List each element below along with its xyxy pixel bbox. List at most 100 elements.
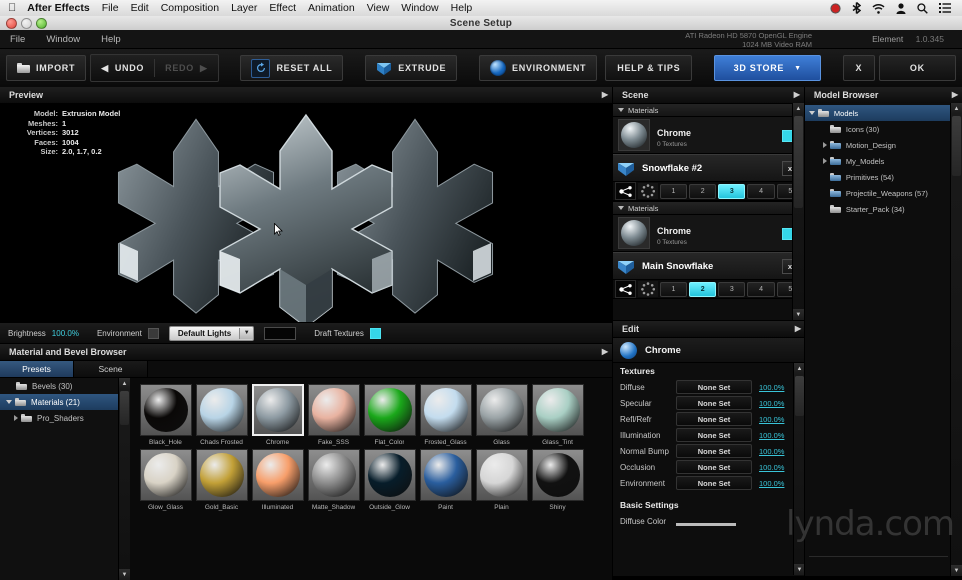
texture-slot-button[interactable]: None Set — [676, 428, 752, 442]
group-number-button[interactable]: 2 — [689, 183, 717, 199]
tree-scrollbar[interactable]: ▲ ▼ — [118, 378, 130, 580]
material-preset-item[interactable]: Fake_SSS — [306, 384, 361, 446]
tree-item-bevels[interactable]: Bevels (30) — [0, 378, 130, 394]
tab-presets[interactable]: Presets — [0, 361, 74, 377]
material-thumbnail[interactable] — [251, 449, 304, 501]
3d-store-button[interactable]: 3D STORE ▼ — [714, 55, 822, 81]
texture-slot-button[interactable]: None Set — [676, 396, 752, 410]
color-bar[interactable] — [676, 522, 736, 526]
material-thumbnail[interactable] — [307, 384, 360, 436]
cancel-button[interactable]: X — [843, 55, 875, 81]
menu-composition[interactable]: Composition — [161, 2, 219, 14]
triangle-closed-icon[interactable] — [14, 415, 18, 421]
material-preset-item[interactable]: Chrome — [250, 384, 305, 446]
scene-material-row[interactable]: Chrome 0 Textures — [613, 215, 804, 252]
texture-row[interactable]: Environment None Set 100.0% — [613, 475, 805, 491]
material-preset-item[interactable]: Glass — [474, 384, 529, 446]
model-tree-item[interactable]: Primitives (54) — [805, 169, 962, 185]
model-browser-collapse-icon[interactable]: ▶ — [952, 90, 958, 99]
material-preset-item[interactable]: Frosted_Glass — [418, 384, 473, 446]
model-tree-item[interactable]: Models — [804, 105, 962, 121]
apple-logo-icon[interactable]:  — [8, 2, 16, 14]
triangle-open-icon[interactable] — [808, 111, 815, 115]
ok-button[interactable]: OK — [878, 55, 956, 81]
scroll-up-icon[interactable]: ▲ — [119, 378, 130, 389]
app-menu-file[interactable]: File — [10, 34, 25, 45]
texture-percent[interactable]: 100.0% — [759, 383, 784, 392]
scroll-up-icon[interactable]: ▲ — [951, 103, 962, 114]
help-tips-button[interactable]: HELP & TIPS — [605, 55, 693, 81]
material-thumbnail[interactable] — [307, 449, 360, 501]
menu-view[interactable]: View — [367, 2, 390, 14]
preview-collapse-icon[interactable]: ▶ — [602, 90, 608, 99]
list-icon[interactable] — [939, 3, 951, 13]
reset-all-button[interactable]: RESET ALL — [240, 55, 344, 81]
model-tree-item[interactable]: Motion_Design — [805, 137, 962, 153]
triangle-open-icon[interactable] — [618, 206, 624, 210]
lights-preset-select[interactable]: Default Lights ▼ — [168, 325, 255, 341]
material-thumbnail[interactable] — [363, 384, 416, 436]
material-preset-item[interactable]: Glass_Tint — [530, 384, 585, 446]
group-number-button[interactable]: 4 — [747, 183, 775, 199]
tree-item-materials[interactable]: Materials (21) — [0, 394, 130, 410]
material-browser-collapse-icon[interactable]: ▶ — [602, 347, 608, 356]
extrude-button[interactable]: EXTRUDE — [365, 55, 458, 81]
menu-window[interactable]: Window — [401, 2, 438, 14]
menu-after-effects[interactable]: After Effects — [27, 2, 89, 14]
scrollbar-thumb[interactable] — [952, 116, 961, 176]
material-thumbnail[interactable] — [475, 449, 528, 501]
record-icon[interactable] — [830, 2, 841, 14]
texture-percent[interactable]: 100.0% — [759, 399, 784, 408]
scene-object-row[interactable]: Snowflake #2 x — [613, 154, 804, 182]
texture-row[interactable]: Illumination None Set 100.0% — [613, 427, 805, 443]
scene-object-row[interactable]: Main Snowflake x — [613, 252, 804, 280]
material-preset-item[interactable]: Flat_Color — [362, 384, 417, 446]
menu-layer[interactable]: Layer — [231, 2, 257, 14]
material-thumbnail[interactable] — [531, 384, 584, 436]
material-thumbnail[interactable] — [139, 449, 192, 501]
triangle-closed-icon[interactable] — [822, 158, 827, 164]
user-icon[interactable] — [896, 2, 906, 14]
scene-collapse-icon[interactable]: ▶ — [794, 90, 800, 99]
edit-collapse-icon[interactable]: ▶ — [795, 324, 801, 333]
material-preset-item[interactable]: Paint — [418, 449, 473, 511]
material-thumbnail[interactable] — [251, 384, 304, 436]
environment-button[interactable]: ENVIRONMENT — [479, 55, 598, 81]
material-preset-item[interactable]: Gold_Basic — [194, 449, 249, 511]
group-number-button[interactable]: 3 — [718, 183, 746, 199]
texture-row[interactable]: Specular None Set 100.0% — [613, 395, 805, 411]
loading-ring-icon[interactable] — [638, 183, 658, 199]
redo-button[interactable]: REDO ▶ — [155, 55, 217, 81]
menu-help[interactable]: Help — [451, 2, 473, 14]
texture-row[interactable]: Diffuse None Set 100.0% — [613, 379, 805, 395]
app-menu-window[interactable]: Window — [46, 34, 80, 45]
material-thumbnail[interactable] — [475, 384, 528, 436]
material-thumbnail[interactable] — [531, 449, 584, 501]
texture-row[interactable]: Normal Bump None Set 100.0% — [613, 443, 805, 459]
material-preset-item[interactable]: Black_Hole — [138, 384, 193, 446]
texture-slot-button[interactable]: None Set — [676, 380, 752, 394]
texture-slot-button[interactable]: None Set — [676, 412, 752, 426]
material-thumbnail[interactable] — [195, 384, 248, 436]
material-thumbnail[interactable] — [419, 384, 472, 436]
wifi-icon[interactable] — [872, 3, 885, 14]
undo-button[interactable]: ◀ UNDO — [91, 55, 154, 81]
texture-percent[interactable]: 100.0% — [759, 431, 784, 440]
multi-object-icon[interactable] — [615, 182, 637, 200]
materials-section-bar[interactable]: Materials — [613, 201, 804, 215]
environment-checkbox[interactable] — [147, 327, 159, 339]
triangle-open-icon[interactable] — [6, 400, 12, 404]
tree-item-pro-shaders[interactable]: Pro_Shaders — [0, 410, 130, 426]
model-tree-item[interactable]: Icons (30) — [805, 121, 962, 137]
triangle-closed-icon[interactable] — [822, 142, 827, 148]
texture-row[interactable]: Occlusion None Set 100.0% — [613, 459, 805, 475]
group-number-button[interactable]: 1 — [659, 183, 688, 199]
model-tree-item[interactable]: Starter_Pack (34) — [805, 201, 962, 217]
texture-percent[interactable]: 100.0% — [759, 415, 784, 424]
material-thumbnail[interactable] — [419, 449, 472, 501]
loading-ring-icon[interactable] — [638, 281, 658, 297]
app-menu-help[interactable]: Help — [101, 34, 121, 45]
triangle-open-icon[interactable] — [618, 108, 624, 112]
texture-slot-button[interactable]: None Set — [676, 476, 752, 490]
menu-edit[interactable]: Edit — [131, 2, 149, 14]
